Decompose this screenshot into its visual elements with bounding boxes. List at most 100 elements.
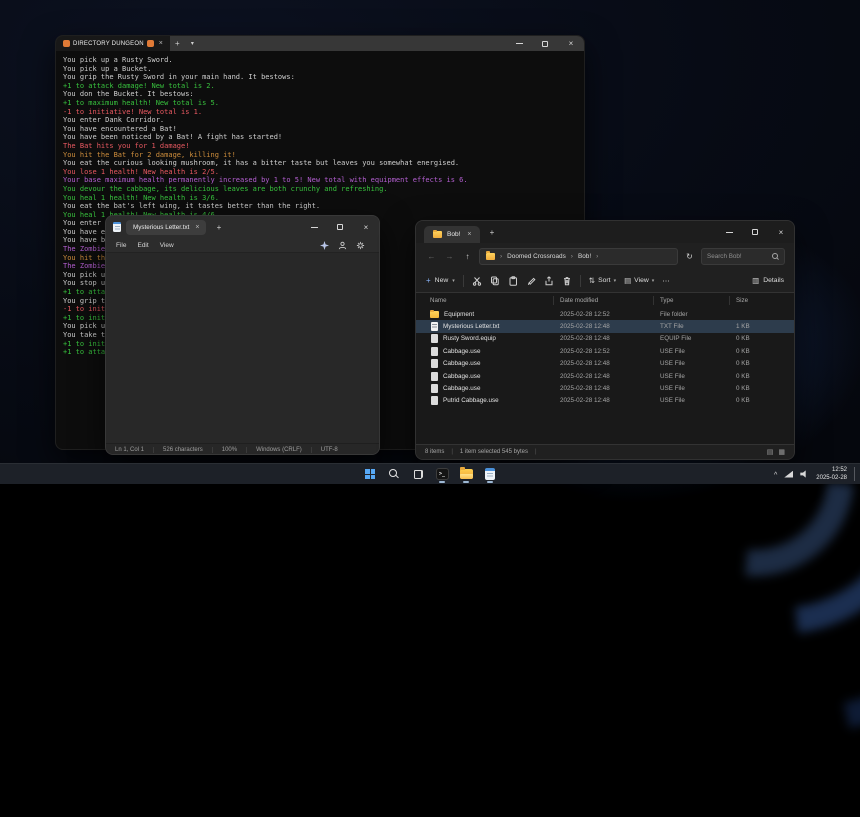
maximize-button[interactable] (742, 221, 768, 243)
rename-button[interactable] (526, 276, 536, 286)
file-row[interactable]: Putrid Cabbage.use 2025-02-28 12:48 USE … (416, 395, 794, 407)
minimize-button[interactable] (716, 221, 742, 243)
menu-edit[interactable]: Edit (137, 242, 148, 249)
file-row[interactable]: Rusty Sword.equip 2025-02-28 12:48 EQUIP… (416, 333, 794, 345)
view-button[interactable]: ▤ View ▾ (624, 276, 654, 285)
file-row[interactable]: Cabbage.use 2025-02-28 12:48 USE File 0 … (416, 382, 794, 394)
minimize-button[interactable] (301, 216, 327, 238)
chevron-down-icon: ▾ (452, 278, 455, 284)
file-date-modified: 2025-02-28 12:48 (560, 397, 660, 404)
column-header-type[interactable]: Type (660, 296, 730, 305)
sort-label: Sort (598, 277, 610, 284)
more-options-button[interactable]: ⋯ (662, 276, 670, 285)
taskbar-notepad-button[interactable] (481, 465, 499, 483)
tab-close-icon[interactable]: × (195, 224, 199, 231)
file-name-cell: Cabbage.use (430, 347, 560, 356)
show-desktop-button[interactable] (854, 467, 856, 481)
search-box[interactable] (701, 248, 785, 265)
plus-icon: + (426, 276, 431, 285)
new-item-button[interactable]: + New ▾ (426, 276, 455, 285)
new-tab-button[interactable]: + (170, 36, 185, 51)
details-view-toggle-icon[interactable]: ▤ (767, 448, 774, 456)
breadcrumb-chevron-icon[interactable]: › (571, 253, 573, 260)
breadcrumb-bob[interactable]: Bob! (578, 253, 591, 260)
breadcrumb-doomed-crossroads[interactable]: Doomed Crossroads (507, 253, 566, 260)
tab-dropdown-button[interactable]: ▾ (185, 36, 200, 51)
large-icons-view-toggle-icon[interactable]: ▦ (778, 448, 785, 456)
delete-button[interactable] (562, 276, 572, 286)
maximize-button[interactable] (327, 216, 353, 238)
notepad-titlebar[interactable]: Mysterious Letter.txt × + × (106, 216, 379, 238)
file-icon (430, 311, 439, 318)
menu-file[interactable]: File (116, 242, 126, 249)
account-icon[interactable] (338, 241, 347, 250)
file-row[interactable]: Cabbage.use 2025-02-28 12:48 USE File 0 … (416, 358, 794, 370)
desktop[interactable]: 🎮 DIRECTORY DUNGEON 🎮 × + ▾ × You pick u… (0, 0, 860, 484)
terminal-titlebar[interactable]: 🎮 DIRECTORY DUNGEON 🎮 × + ▾ × (56, 36, 584, 51)
notepad-text-line (118, 287, 379, 296)
minimize-button[interactable] (506, 36, 532, 51)
taskbar-search-button[interactable] (385, 465, 403, 483)
column-header-date-modified[interactable]: Date modified (560, 296, 654, 305)
close-button[interactable]: × (353, 216, 379, 238)
file-date-modified: 2025-02-28 12:48 (560, 335, 660, 342)
up-button[interactable]: ↑ (461, 252, 474, 261)
maximize-button[interactable] (532, 36, 558, 51)
breadcrumb-chevron-icon[interactable]: › (596, 253, 598, 260)
menu-view[interactable]: View (160, 242, 174, 249)
explorer-tab[interactable]: Bob! × (424, 226, 480, 243)
file-size: 0 KB (736, 385, 772, 392)
file-row[interactable]: Cabbage.use 2025-02-28 12:52 USE File 0 … (416, 345, 794, 357)
settings-gear-icon[interactable] (356, 241, 365, 250)
terminal-line-text: You have en (63, 228, 109, 236)
cut-button[interactable] (472, 276, 482, 286)
file-type: EQUIP File (660, 335, 736, 342)
search-input[interactable] (707, 253, 769, 260)
terminal-line: You enter Dank Corridor. (63, 116, 584, 125)
taskbar-file-explorer-button[interactable] (457, 465, 475, 483)
notepad-text-area[interactable] (106, 253, 379, 443)
column-header-name[interactable]: Name (430, 296, 554, 305)
file-list[interactable]: Equipment 2025-02-28 12:52 File folder M… (416, 308, 794, 444)
network-icon[interactable] (784, 471, 793, 478)
folder-icon (433, 231, 442, 238)
taskbar-clock[interactable]: 12:52 2025-02-28 (816, 466, 847, 482)
start-button[interactable] (361, 465, 379, 483)
line-ending-type[interactable]: Windows (CRLF) (247, 447, 312, 453)
copilot-icon[interactable] (320, 241, 329, 250)
address-bar[interactable]: › Doomed Crossroads › Bob! › (479, 248, 678, 265)
file-name-cell: Rusty Sword.equip (430, 334, 560, 343)
terminal-line-text: You hit the Bat for 2 damage, killing it… (63, 151, 236, 159)
task-view-button[interactable] (409, 465, 427, 483)
column-header-size[interactable]: Size (736, 296, 770, 305)
terminal-line: -1 to initiative! New total is 1. (63, 108, 584, 117)
paste-button[interactable] (508, 276, 518, 286)
tray-chevron-up-icon[interactable]: ^ (774, 472, 777, 479)
minimize-icon (516, 43, 523, 44)
taskbar-terminal-button[interactable] (433, 465, 451, 483)
file-row[interactable]: Mysterious Letter.txt 2025-02-28 12:48 T… (416, 320, 794, 332)
share-button[interactable] (544, 276, 554, 286)
new-tab-button[interactable]: + (484, 225, 499, 240)
explorer-titlebar[interactable]: Bob! × + × (416, 221, 794, 243)
close-button[interactable]: × (558, 36, 584, 51)
details-pane-button[interactable]: ▥ Details (752, 276, 784, 285)
copy-button[interactable] (490, 276, 500, 286)
encoding[interactable]: UTF-8 (312, 447, 347, 453)
terminal-tab[interactable]: 🎮 DIRECTORY DUNGEON 🎮 × (56, 36, 170, 51)
notepad-tab[interactable]: Mysterious Letter.txt × (126, 220, 206, 235)
volume-icon[interactable] (800, 470, 809, 479)
tab-close-icon[interactable]: × (467, 231, 471, 238)
zoom-level[interactable]: 100% (213, 447, 247, 453)
view-label: View (634, 277, 649, 284)
notepad-text-line (118, 259, 379, 268)
tab-close-icon[interactable]: × (159, 40, 163, 47)
close-button[interactable]: × (768, 221, 794, 243)
new-tab-button[interactable]: + (211, 216, 226, 238)
file-row[interactable]: Cabbage.use 2025-02-28 12:48 USE File 0 … (416, 370, 794, 382)
back-button[interactable]: ← (425, 252, 438, 261)
refresh-button[interactable]: ↻ (683, 252, 696, 261)
sort-button[interactable]: ⇅ Sort ▾ (589, 276, 616, 285)
file-row[interactable]: Equipment 2025-02-28 12:52 File folder (416, 308, 794, 320)
forward-button[interactable]: → (443, 252, 456, 261)
